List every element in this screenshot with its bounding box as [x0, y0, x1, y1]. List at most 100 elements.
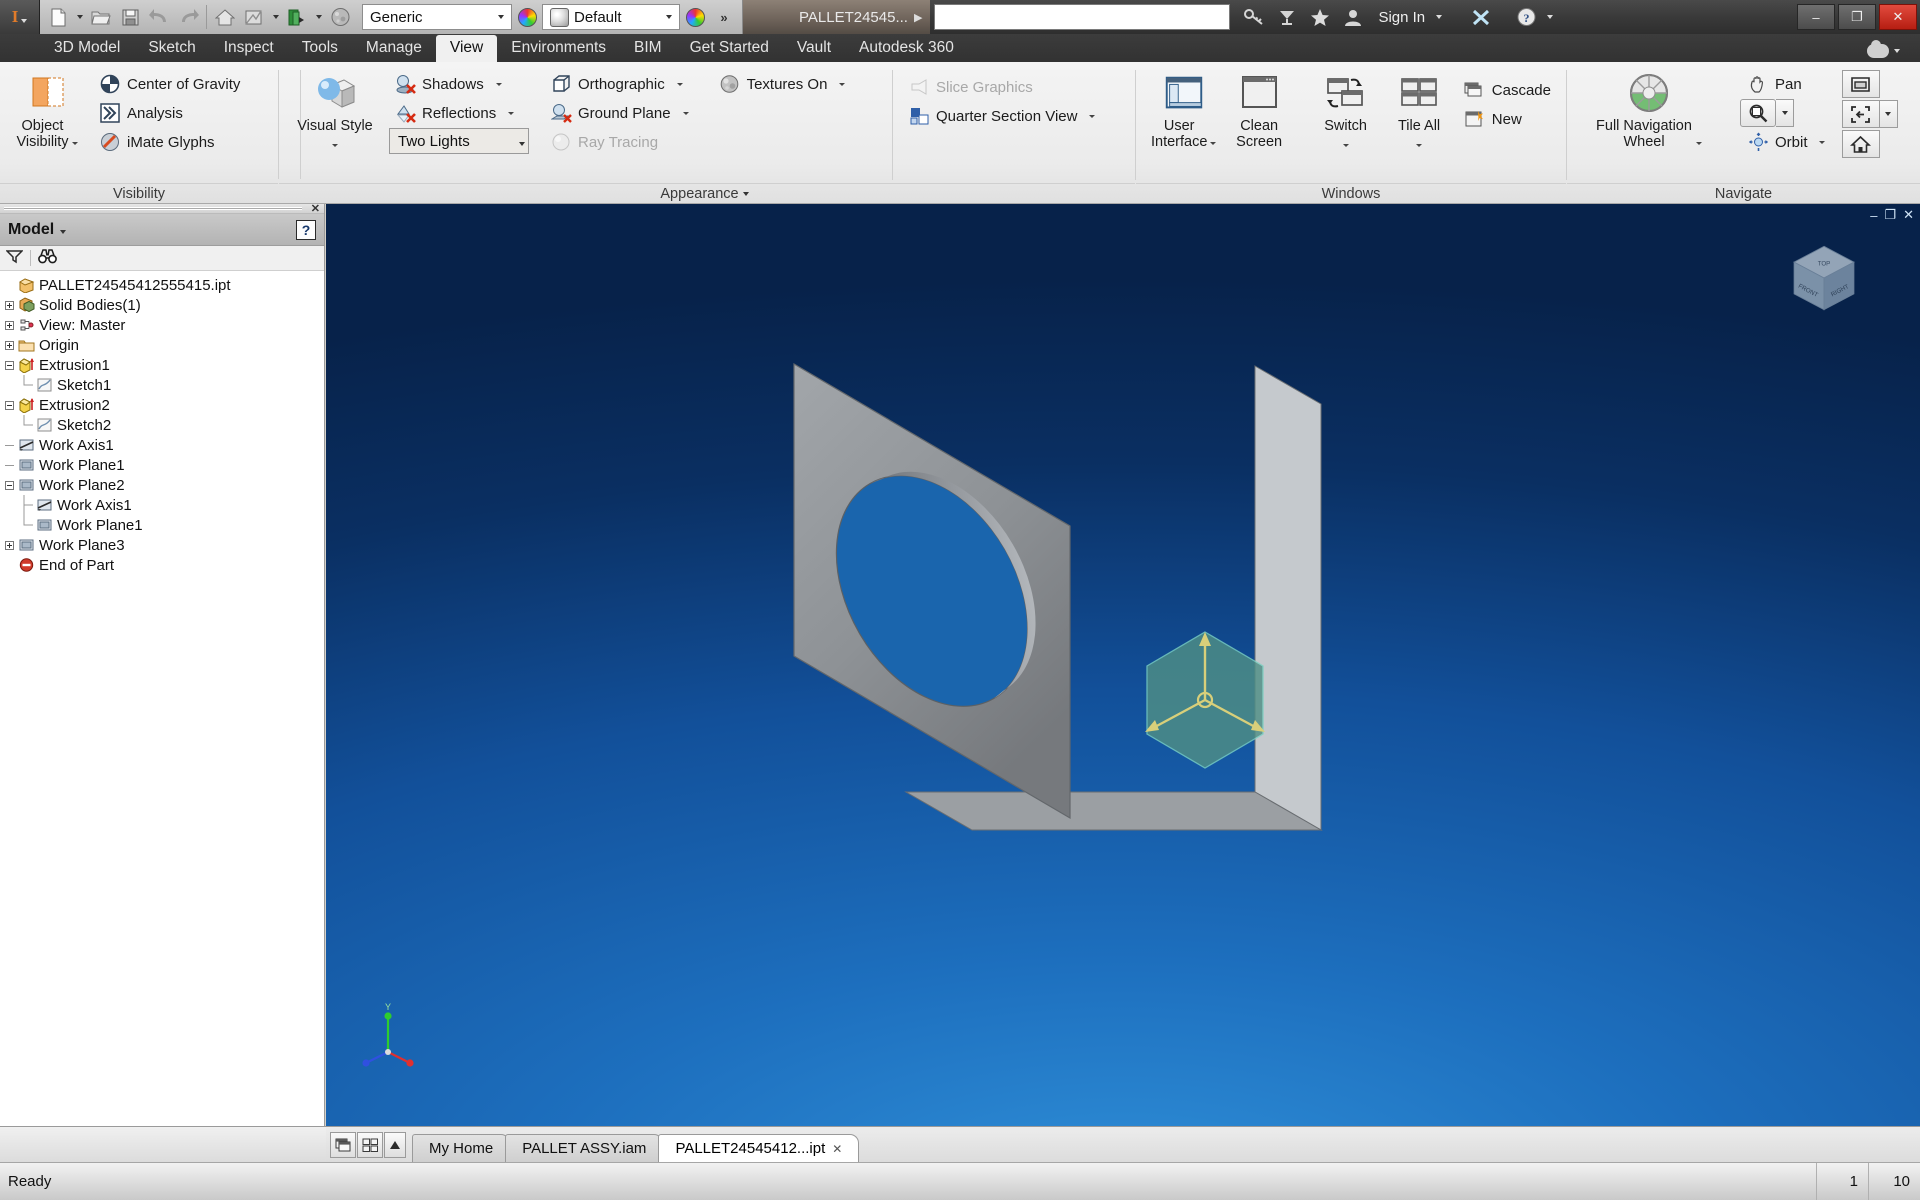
browser-node-work-plane3[interactable]: Work Plane3	[2, 535, 324, 555]
tab-autodesk-360[interactable]: Autodesk 360	[845, 35, 968, 62]
new-file-dropdown[interactable]	[73, 3, 86, 31]
browser-node-origin[interactable]: Origin	[2, 335, 324, 355]
browser-node-sketch2[interactable]: Sketch2	[2, 415, 324, 435]
maximize-button[interactable]: ❐	[1838, 4, 1876, 30]
tile-all-button[interactable]: Tile All	[1383, 68, 1454, 155]
satellite-dish-icon[interactable]	[1275, 5, 1299, 29]
browser-node-work-plane1[interactable]: Work Plane1	[2, 455, 324, 475]
cascade-docs-button[interactable]	[330, 1132, 356, 1158]
redo-button[interactable]	[174, 3, 202, 31]
account-avatar-icon[interactable]	[1341, 5, 1365, 29]
clean-screen-button[interactable]: Clean Screen	[1225, 68, 1293, 154]
material-combo[interactable]: Generic	[362, 4, 512, 30]
qat-overflow-button[interactable]: »	[710, 3, 738, 31]
favorites-star-icon[interactable]	[1308, 5, 1332, 29]
visual-style-button[interactable]: Visual Style	[287, 68, 383, 155]
document-tab-pallet-assy[interactable]: PALLET ASSY.iam	[505, 1134, 664, 1162]
textures-on-button[interactable]: Textures On	[712, 70, 853, 98]
browser-drag-handle[interactable]: ✕	[0, 202, 324, 215]
minimize-button[interactable]: –	[1797, 4, 1835, 30]
chevron-down-icon[interactable]	[1818, 140, 1825, 144]
tab-bim[interactable]: BIM	[620, 35, 676, 62]
return-button[interactable]	[283, 3, 311, 31]
analysis-button[interactable]: Analysis	[92, 99, 247, 127]
active-document-chip[interactable]: PALLET24545... ▶	[743, 0, 931, 34]
chevron-down-icon[interactable]	[1210, 142, 1217, 145]
tab-get-started[interactable]: Get Started	[676, 35, 783, 62]
chevron-down-icon[interactable]	[1695, 142, 1702, 145]
search-input[interactable]	[934, 4, 1231, 30]
browser-node-work-axis1[interactable]: Work Axis1	[2, 435, 324, 455]
orbit-button[interactable]: Orbit	[1740, 128, 1832, 156]
tab-manage[interactable]: Manage	[352, 35, 436, 62]
chevron-down-icon[interactable]	[1547, 15, 1554, 19]
return-dropdown[interactable]	[312, 3, 325, 31]
part-geometry[interactable]	[326, 204, 1920, 1126]
tab-vault[interactable]: Vault	[783, 35, 845, 62]
chevron-down-icon[interactable]	[508, 111, 515, 115]
chevron-down-icon[interactable]	[682, 111, 689, 115]
browser-node-work-axis1[interactable]: Work Axis1	[2, 495, 324, 515]
ground-plane-button[interactable]: Ground Plane	[543, 99, 696, 127]
chevron-down-icon[interactable]	[1894, 49, 1900, 53]
chevron-down-icon[interactable]	[1436, 15, 1443, 19]
close-icon[interactable]: ✕	[311, 202, 320, 215]
chevron-down-icon[interactable]	[71, 142, 78, 145]
zoom-dropdown[interactable]	[1776, 99, 1794, 127]
shadows-button[interactable]: Shadows	[387, 70, 529, 98]
full-navigation-wheel-button[interactable]: Full Navigation Wheel	[1575, 68, 1723, 154]
collapse-icon[interactable]	[2, 475, 17, 495]
home-button[interactable]	[211, 3, 239, 31]
zoom-all-dropdown[interactable]	[1879, 100, 1898, 128]
browser-node-sketch1[interactable]: Sketch1	[2, 375, 324, 395]
tab-tools[interactable]: Tools	[288, 35, 352, 62]
browser-node-view-master[interactable]: View: Master	[2, 315, 324, 335]
new-file-button[interactable]	[44, 3, 72, 31]
new-window-button[interactable]: New	[1457, 105, 1558, 133]
key-icon[interactable]	[1242, 5, 1266, 29]
chevron-down-icon[interactable]	[676, 82, 683, 86]
chevron-down-icon[interactable]	[839, 82, 846, 86]
expand-icon[interactable]	[2, 315, 17, 335]
filter-icon[interactable]	[5, 249, 24, 268]
document-tab-my-home[interactable]: My Home	[412, 1134, 511, 1162]
tab-view[interactable]: View	[435, 35, 498, 62]
save-button[interactable]	[116, 3, 144, 31]
update-dropdown[interactable]	[269, 3, 282, 31]
object-visibility-button[interactable]: Object Visibility	[8, 68, 86, 154]
autodesk-exchange-x-icon[interactable]	[1469, 5, 1493, 29]
browser-node-work-plane1[interactable]: Work Plane1	[2, 515, 324, 535]
cascade-button[interactable]: Cascade	[1457, 76, 1558, 104]
expand-icon[interactable]	[2, 535, 17, 555]
reflections-button[interactable]: Reflections	[387, 99, 529, 127]
chevron-down-icon[interactable]	[332, 144, 338, 147]
browser-node-end-of-part[interactable]: End of Part	[2, 555, 324, 575]
scroll-up-button[interactable]	[384, 1132, 406, 1158]
tile-docs-button[interactable]	[357, 1132, 383, 1158]
chevron-down-icon[interactable]	[1416, 144, 1423, 147]
material-swatch-button[interactable]	[513, 3, 541, 31]
imate-glyphs-button[interactable]: iMate Glyphs	[92, 128, 247, 156]
application-menu-button[interactable]: I	[0, 0, 40, 34]
browser-help-button[interactable]: ?	[296, 219, 316, 240]
appearance-combo[interactable]: Default	[542, 4, 680, 30]
chevron-down-icon[interactable]	[495, 82, 502, 86]
chevron-right-icon[interactable]: ▶	[914, 11, 922, 24]
center-of-gravity-button[interactable]: Center of Gravity	[92, 70, 247, 98]
user-interface-button[interactable]: User Interface	[1144, 68, 1223, 154]
close-button[interactable]: ✕	[1879, 4, 1917, 30]
chevron-down-icon[interactable]	[60, 229, 67, 234]
chevron-down-icon[interactable]	[1342, 144, 1349, 147]
tab-sketch[interactable]: Sketch	[134, 35, 209, 62]
browser-node-extrusion1[interactable]: Extrusion1	[2, 355, 324, 375]
browser-node-solid-bodies-1[interactable]: Solid Bodies(1)	[2, 295, 324, 315]
graphics-viewport[interactable]: – ❐ ✕ TOP FRONT RIGHT Y	[326, 204, 1920, 1126]
home-view-button[interactable]	[1841, 130, 1880, 158]
help-question-icon[interactable]: ?	[1514, 5, 1538, 29]
orthographic-button[interactable]: Orthographic	[543, 70, 696, 98]
undo-button[interactable]	[145, 3, 173, 31]
quarter-section-view-button[interactable]: Quarter Section View	[901, 102, 1102, 130]
expand-icon[interactable]	[2, 335, 17, 355]
switch-windows-button[interactable]: Switch	[1310, 68, 1381, 155]
open-file-button[interactable]	[87, 3, 115, 31]
